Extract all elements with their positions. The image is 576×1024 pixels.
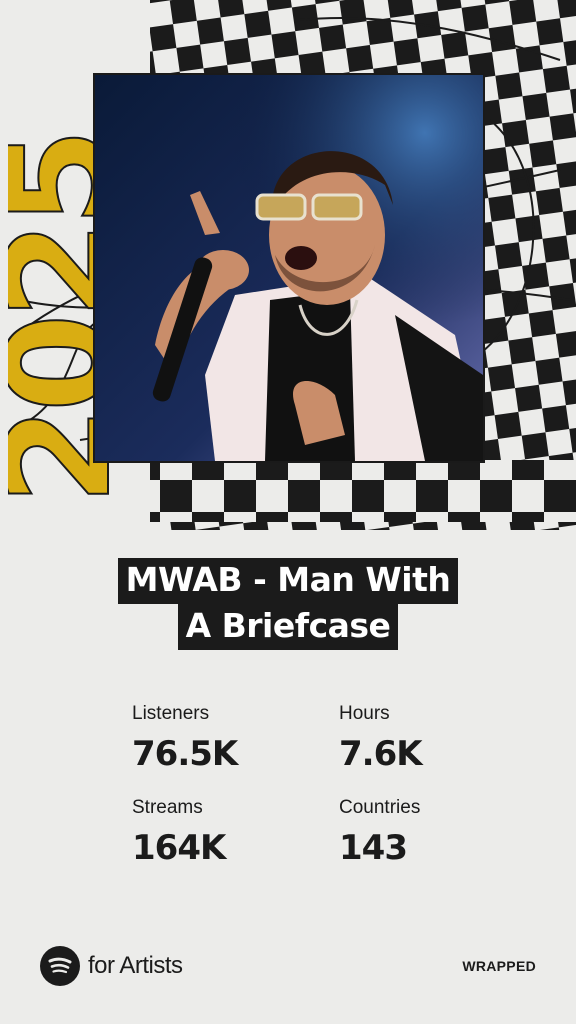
brand-text: for Artists: [88, 952, 183, 979]
stat-streams: Streams 164K: [132, 796, 339, 870]
stat-label: Listeners: [132, 703, 210, 724]
spotify-icon: [40, 946, 80, 986]
wrapped-badge: WRAPPED: [462, 958, 536, 974]
stat-value: 7.6K: [339, 734, 423, 774]
artist-name-line-1: MWAB - Man With: [117, 558, 459, 604]
stat-hours: Hours 7.6K: [339, 702, 469, 776]
artist-name: MWAB - Man With A Briefcase: [0, 558, 576, 650]
wrapped-card: 2025 MWAB - Man With A Briefcase Listene…: [0, 0, 576, 1024]
stat-countries: Countries 143: [339, 796, 469, 870]
stat-label: Countries: [339, 797, 421, 818]
artist-name-line-2: A Briefcase: [177, 604, 399, 650]
stat-label: Streams: [132, 797, 203, 818]
stats-grid: Listeners 76.5K Hours 7.6K Streams 164K …: [132, 702, 462, 870]
artist-photo: [93, 73, 485, 463]
stat-listeners: Listeners 76.5K: [132, 702, 339, 776]
stat-value: 76.5K: [132, 734, 238, 774]
brand: for Artists: [40, 946, 183, 986]
stat-label: Hours: [339, 703, 390, 724]
footer: for Artists WRAPPED: [40, 946, 536, 990]
artist-photo-image: [95, 75, 483, 461]
stat-value: 143: [339, 828, 408, 868]
stat-value: 164K: [132, 828, 226, 868]
